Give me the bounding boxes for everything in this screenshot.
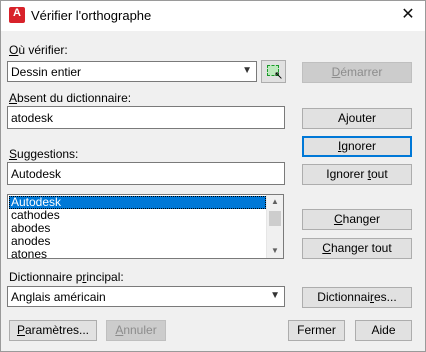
suggestions-list-items: Autodesk cathodes abodes anodes atones — [9, 196, 266, 259]
ignore-all-button[interactable]: Ignorer tout — [302, 164, 412, 185]
scroll-down-icon[interactable]: ▼ — [267, 244, 283, 258]
not-in-dictionary-value: atodesk — [11, 111, 54, 125]
close-icon[interactable]: ✕ — [395, 3, 421, 27]
autocad-app-icon: A — [9, 7, 25, 23]
suggestion-value: Autodesk — [11, 167, 62, 181]
title-bar: A Vérifier l'orthographe ✕ — [1, 1, 425, 31]
suggestion-list-item[interactable]: anodes — [9, 235, 266, 248]
suggestion-input[interactable]: Autodesk — [7, 162, 285, 185]
suggestion-list-item[interactable]: atones — [9, 248, 266, 259]
spell-check-dialog: A Vérifier l'orthographe ✕ Où vérifier: … — [0, 0, 426, 352]
main-dictionary-value: Anglais américain — [11, 290, 106, 304]
chevron-down-icon: ▼ — [242, 65, 252, 76]
scroll-up-icon[interactable]: ▲ — [267, 195, 283, 209]
scrollbar-thumb[interactable] — [269, 211, 281, 226]
settings-button[interactable]: Paramètres... — [9, 320, 97, 341]
main-dictionary-dropdown[interactable]: Anglais américain ▼ — [7, 286, 285, 307]
close-button[interactable]: Fermer — [288, 320, 345, 341]
suggestions-label: Suggestions: — [9, 147, 79, 161]
where-to-check-label: Où vérifier: — [9, 43, 68, 57]
select-objects-button[interactable]: ↖ — [261, 60, 286, 83]
not-in-dictionary-label: Absent du dictionnaire: — [9, 91, 132, 105]
app-icon-letter: A — [13, 7, 21, 19]
dictionaries-button[interactable]: Dictionnaires... — [302, 287, 412, 308]
where-to-check-dropdown[interactable]: Dessin entier ▼ — [7, 61, 257, 82]
add-button[interactable]: Ajouter — [302, 108, 412, 129]
change-button[interactable]: Changer — [302, 209, 412, 230]
cursor-icon: ↖ — [274, 70, 284, 82]
where-to-check-value: Dessin entier — [11, 65, 82, 79]
window-title: Vérifier l'orthographe — [31, 8, 152, 23]
suggestions-list[interactable]: Autodesk cathodes abodes anodes atones ▲ ▼ — [7, 194, 284, 259]
chevron-down-icon: ▼ — [270, 290, 280, 301]
start-button[interactable]: Démarrer — [302, 62, 412, 83]
not-in-dictionary-field: atodesk — [7, 106, 285, 129]
main-dictionary-label: Dictionnaire principal: — [9, 270, 124, 284]
undo-button[interactable]: Annuler — [106, 320, 166, 341]
change-all-button[interactable]: Changer tout — [302, 238, 412, 259]
suggestions-scrollbar[interactable]: ▲ ▼ — [266, 195, 283, 258]
help-button[interactable]: Aide — [355, 320, 412, 341]
ignore-button[interactable]: Ignorer — [302, 136, 412, 157]
